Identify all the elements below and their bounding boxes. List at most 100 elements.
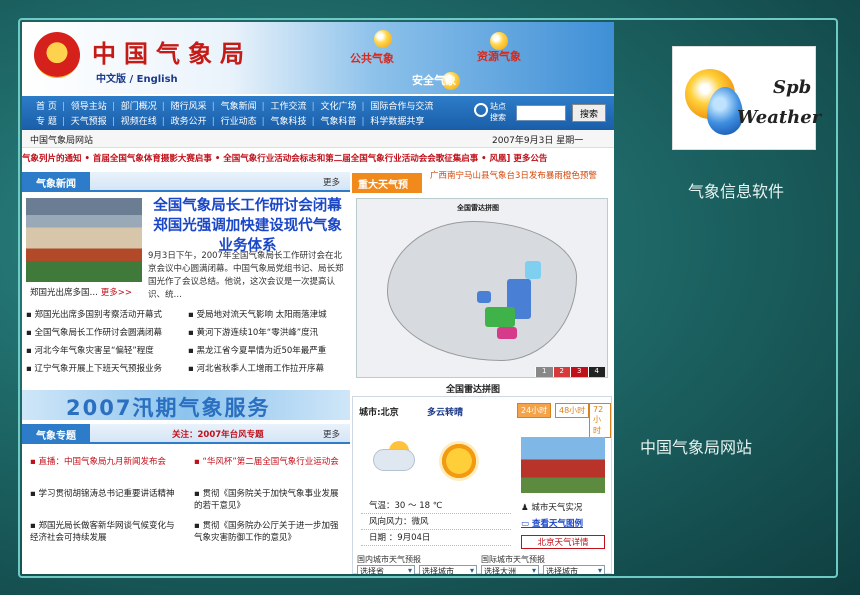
nav-row-2: 专 题 | 天气预报 | 视频在线 | 政务公开 | 行业动态 | 气象科技 | 气象科普 |… — [36, 117, 425, 127]
news-item[interactable]: ▪ 河北省秋季人工增雨工作拉开序幕 — [188, 362, 324, 374]
photo-caption: 郑国光出席多国… 更多>> — [30, 286, 132, 298]
topic-item[interactable]: ▪ 直播：中国气象局九月新闻发布会 — [30, 456, 180, 468]
site-search: 站点搜索 搜索 — [474, 100, 610, 126]
announcement-ticker[interactable]: 气象列片的通知 • 首届全国气象体育摄影大赛启事 • 全国气象行业活动会标志和第… — [22, 149, 614, 167]
nav-item[interactable]: 气象科普 — [320, 117, 356, 127]
search-button[interactable]: 搜索 — [572, 104, 606, 122]
nav-item[interactable]: 天气预报 — [71, 117, 107, 127]
warning-headline[interactable]: 广西南宁马山县气象台3日发布暴雨橙色预警 — [430, 171, 610, 182]
news-header: 气象新闻 更多 — [22, 172, 350, 192]
current-date: 2007年9月3日 星期一 — [492, 136, 584, 146]
topic-item[interactable]: ▪ 学习贯彻胡锦涛总书记重要讲话精神 — [30, 488, 180, 500]
forecast-condition: 多云转晴 — [427, 408, 464, 418]
nav-item[interactable]: 气象科技 — [271, 117, 307, 127]
nav-item[interactable]: 专 题 — [36, 117, 57, 127]
city-select[interactable]: 选择城市 — [419, 565, 477, 574]
caption-website: 中国气象局网站 — [640, 438, 753, 457]
news-item[interactable]: ▪ 辽宁气象开展上下班天气预报业务 — [26, 362, 162, 374]
radar-scale-step: 1 — [535, 367, 553, 377]
nav-item[interactable]: 政务公开 — [171, 117, 207, 127]
slogan-safety: 安全气象 — [412, 74, 456, 87]
radar-scale-step: 3 — [570, 367, 588, 377]
news-item[interactable]: ▪ 黑龙江省今夏旱情为近50年最严重 — [188, 344, 326, 356]
city-detail-button[interactable]: 北京天气详情 — [521, 535, 605, 549]
search-input[interactable] — [516, 105, 566, 121]
slogan-public: 公共气象 — [350, 52, 394, 65]
radar-echo — [497, 327, 517, 339]
tab-72h[interactable]: 72小时 — [589, 403, 611, 438]
news-item[interactable]: ▪ 黄河下游连续10年“零洪峰”度汛 — [188, 326, 318, 338]
radar-echo — [477, 291, 491, 303]
nav-item[interactable]: 视频在线 — [121, 117, 157, 127]
topic-item[interactable]: ▪ 贯彻《国务院关于加快气象事业发展的若干意见》 — [194, 488, 344, 512]
news-item[interactable]: ▪ 郑国光出席多国别考察活动开幕式 — [26, 308, 162, 320]
nav-item[interactable]: 随行风采 — [171, 102, 207, 112]
lead-summary: 9月3日下午，2007年全国气象局长工作研讨会在北京会议中心圆满闭幕。中国气象局… — [148, 251, 344, 300]
continent-select[interactable]: 选择大洲 — [481, 565, 539, 574]
photo-caption-text[interactable]: 郑国光出席多国… — [30, 288, 98, 298]
nav-item[interactable]: 工作交流 — [271, 102, 307, 112]
nav-item[interactable]: 气象新闻 — [221, 102, 257, 112]
banner-text: 2007汛期气象服务 — [66, 396, 271, 420]
news-photo[interactable] — [26, 198, 142, 282]
site-header: 中国气象局 中文版 / English 公共气象 安全气象 资源气象 — [22, 22, 614, 94]
radar-scale-step: 2 — [552, 367, 570, 377]
city-forecast-panel: 城市:北京 多云转晴 24小时 48小时 72小时 气温：30 ～ 18 ℃ 风… — [352, 396, 612, 574]
nav-item[interactable]: 国际合作与交流 — [370, 102, 433, 112]
site-name: 中国气象局网站 — [30, 136, 94, 146]
radar-map[interactable]: 全国雷达拼图 1 2 3 4 — [356, 198, 608, 378]
logo-text-weather: Weather — [737, 107, 822, 128]
nav-item[interactable]: 首 页 — [36, 102, 57, 112]
tab-topics[interactable]: 气象专题 — [22, 424, 90, 444]
flood-season-banner[interactable]: 2007汛期气象服务 — [22, 390, 350, 420]
forecast-date: 日期 ：9月04日 — [361, 529, 511, 546]
radar-echo — [525, 261, 541, 279]
forecast-city: 城市:北京 — [359, 408, 399, 418]
news-item[interactable]: ▪ 受局地对流天气影响 太阳雨落津城 — [188, 308, 327, 320]
radar-map-title: 全国雷达拼图 — [457, 204, 499, 212]
typhoon-topic-link[interactable]: 关注：2007年台风专题 — [172, 428, 264, 440]
nav-item[interactable]: 文化广场 — [320, 102, 356, 112]
tab-24h[interactable]: 24小时 — [517, 403, 552, 418]
province-select[interactable]: 选择省 — [357, 565, 415, 574]
main-nav: 首 页 | 领导主站 | 部门概况 | 随行风采 | 气象新闻 | 工作交流 | 文化广场 |… — [22, 96, 614, 130]
sun-icon — [439, 441, 479, 481]
intl-city-select[interactable]: 选择城市 — [543, 565, 605, 574]
nav-row-1: 首 页 | 领导主站 | 部门概况 | 随行风采 | 气象新闻 | 工作交流 | 文化广场 |… — [36, 102, 434, 112]
tab-48h[interactable]: 48小时 — [555, 403, 590, 418]
cloud-icon — [373, 449, 415, 471]
website-screenshot: 中国气象局 中文版 / English 公共气象 安全气象 资源气象 首 页 | … — [22, 22, 614, 574]
nav-item[interactable]: 部门概况 — [121, 102, 157, 112]
slogan-resource: 资源气象 — [477, 50, 521, 63]
topic-item[interactable]: ▪ 贯彻《国务院办公厅关于进一步加强气象灾害防御工作的意见》 — [194, 520, 344, 544]
city-photo[interactable] — [521, 437, 605, 493]
nav-item[interactable]: 领导主站 — [71, 102, 107, 112]
news-more-link[interactable]: 更多 — [323, 176, 340, 188]
site-title[interactable]: 中国气象局 — [92, 34, 252, 69]
topic-item[interactable]: ▪ “华风杯”第二届全国气象行业运动会 — [194, 456, 344, 468]
logo-text-spb: Spb — [773, 77, 812, 98]
lead-headline[interactable]: 全国气象局长工作研讨会闭幕 郑国光强调加快建设现代气象业务体系 — [150, 196, 345, 256]
news-item[interactable]: ▪ 河北今年气象灾害呈“偏轻”程度 — [26, 344, 154, 356]
weather-legend-link[interactable]: ▭ 查看天气图例 — [521, 517, 583, 529]
domestic-forecast-label: 国内城市天气预报 — [357, 555, 421, 564]
nav-item[interactable]: 科学数据共享 — [370, 117, 424, 127]
international-forecast-label: 国际城市天气预报 — [481, 555, 545, 564]
nav-item[interactable]: 行业动态 — [221, 117, 257, 127]
spb-weather-logo: Spb Weather — [672, 46, 821, 150]
city-live-link[interactable]: ♟ 城市天气实况 — [521, 501, 582, 513]
tab-severe-weather[interactable]: 重大天气预警 — [352, 173, 422, 206]
search-label: 站点搜索 — [490, 102, 506, 122]
tab-news[interactable]: 气象新闻 — [22, 172, 90, 192]
national-emblem-icon — [34, 32, 80, 78]
photo-more-link[interactable]: 更多>> — [101, 288, 132, 298]
search-icon — [474, 103, 488, 117]
topic-more-link[interactable]: 更多 — [323, 428, 340, 440]
topic-item[interactable]: ▪ 郑国光局长做客新华网谈气候变化与经济社会可持续发展 — [30, 520, 180, 544]
language-switch[interactable]: 中文版 / English — [96, 70, 178, 85]
forecast-wind: 风向风力：微风 — [361, 513, 511, 530]
news-item[interactable]: ▪ 全国气象局长工作研讨会圆满闭幕 — [26, 326, 162, 338]
radar-caption: 全国雷达拼图 — [446, 385, 501, 395]
radar-scale: 1 2 3 4 — [535, 367, 605, 377]
caption-software: 气象信息软件 — [688, 182, 785, 201]
